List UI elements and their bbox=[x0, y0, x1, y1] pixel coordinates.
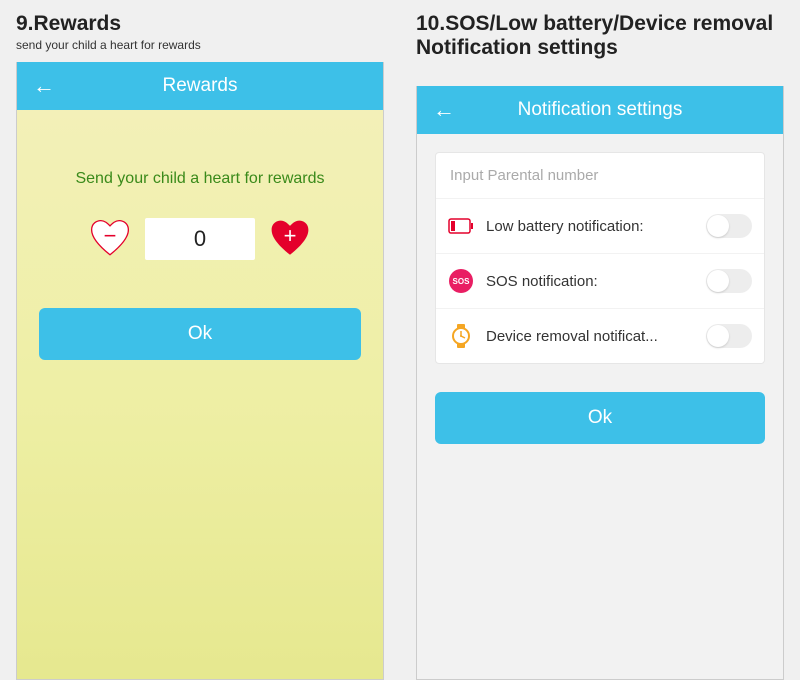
sos-row: SOS SOS notification: bbox=[436, 253, 764, 308]
device-removal-row: Device removal notificat... bbox=[436, 308, 764, 363]
rewards-ok-button[interactable]: Ok bbox=[39, 308, 361, 360]
heart-minus-button[interactable]: − bbox=[89, 218, 131, 260]
rewards-appbar-title: Rewards bbox=[33, 75, 367, 97]
back-arrow-icon[interactable]: ← bbox=[33, 73, 55, 99]
heart-plus-button[interactable]: + bbox=[269, 218, 311, 260]
rewards-prompt: Send your child a heart for rewards bbox=[39, 170, 361, 188]
notification-appbar: ← Notification settings bbox=[417, 86, 783, 134]
notification-subheading bbox=[416, 62, 784, 76]
rewards-appbar: ← Rewards bbox=[17, 62, 383, 110]
rewards-phone: ← Rewards Send your child a heart for re… bbox=[16, 62, 384, 680]
notification-body: Input Parental number Low battery notifi… bbox=[417, 134, 783, 679]
notification-column: 10.SOS/Low battery/Device removal Notifi… bbox=[416, 0, 784, 680]
notification-card: Input Parental number Low battery notifi… bbox=[435, 152, 765, 364]
low-battery-label: Low battery notification: bbox=[486, 218, 694, 235]
sos-label: SOS notification: bbox=[486, 273, 694, 290]
heart-row: − 0 + bbox=[39, 218, 361, 260]
low-battery-row: Low battery notification: bbox=[436, 198, 764, 253]
sos-toggle[interactable] bbox=[706, 269, 752, 293]
device-removal-label: Device removal notificat... bbox=[486, 328, 694, 345]
watch-icon bbox=[448, 323, 474, 349]
low-battery-toggle[interactable] bbox=[706, 214, 752, 238]
rewards-body: Send your child a heart for rewards − 0 … bbox=[17, 110, 383, 679]
parental-number-input[interactable]: Input Parental number bbox=[436, 153, 764, 198]
notification-appbar-title: Notification settings bbox=[433, 99, 767, 121]
notification-ok-button[interactable]: Ok bbox=[435, 392, 765, 444]
svg-text:SOS: SOS bbox=[453, 277, 471, 286]
notification-phone: ← Notification settings Input Parental n… bbox=[416, 86, 784, 680]
rewards-subheading: send your child a heart for rewards bbox=[16, 38, 384, 52]
notification-heading: 10.SOS/Low battery/Device removal Notifi… bbox=[416, 12, 784, 60]
plus-icon: + bbox=[284, 223, 297, 249]
rewards-heading: 9.Rewards bbox=[16, 12, 384, 36]
sos-icon: SOS bbox=[448, 268, 474, 294]
heart-count: 0 bbox=[145, 218, 255, 260]
minus-icon: − bbox=[104, 223, 117, 249]
device-removal-toggle[interactable] bbox=[706, 324, 752, 348]
rewards-column: 9.Rewards send your child a heart for re… bbox=[16, 0, 384, 680]
battery-icon bbox=[448, 213, 474, 239]
back-arrow-icon[interactable]: ← bbox=[433, 97, 455, 123]
